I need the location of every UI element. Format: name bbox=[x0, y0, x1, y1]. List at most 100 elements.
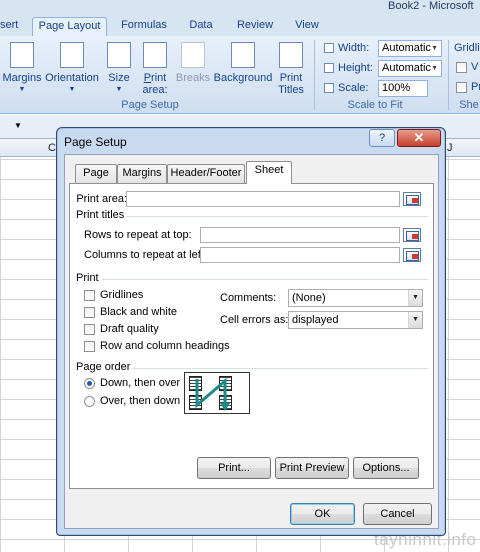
draft-quality-checkbox[interactable] bbox=[84, 324, 95, 335]
row-column-headings-label: Row and column headings bbox=[100, 340, 230, 352]
tab-sheet[interactable]: Sheet bbox=[246, 161, 292, 184]
width-icon bbox=[324, 43, 334, 54]
draft-quality-label: Draft quality bbox=[100, 323, 159, 335]
over-then-down-radio[interactable] bbox=[84, 396, 95, 407]
background-label: Background bbox=[213, 72, 273, 84]
down-then-over-label: Down, then over bbox=[100, 377, 181, 389]
scale-spinner[interactable]: 100% bbox=[378, 80, 428, 97]
group-separator bbox=[448, 40, 449, 110]
cols-repeat-input[interactable] bbox=[200, 247, 400, 263]
dialog-body: Page Margins Header/Footer Sheet APrint … bbox=[64, 154, 439, 529]
margins-button[interactable]: Margins ▼ bbox=[2, 42, 42, 96]
page-setup-group-label: Page Setup bbox=[121, 99, 179, 111]
cell-errors-label: Cell errors as: bbox=[220, 314, 289, 326]
background-button[interactable]: Background bbox=[212, 42, 274, 84]
page-order-preview-icon bbox=[184, 372, 250, 414]
print-button[interactable]: Print... bbox=[197, 457, 271, 479]
tab-insert[interactable]: sert bbox=[0, 17, 18, 36]
print-area-button[interactable]: Print area: bbox=[138, 42, 172, 96]
print-area-label: Print area: bbox=[142, 72, 168, 96]
cell-errors-dropdown[interactable]: displayed ▼ bbox=[288, 311, 423, 329]
chevron-down-icon: ▼ bbox=[431, 65, 438, 72]
section-divider bbox=[126, 216, 428, 217]
print-titles-label: Print Titles bbox=[278, 72, 304, 96]
background-icon bbox=[231, 42, 255, 68]
width-dropdown[interactable]: Automatic ▼ bbox=[378, 40, 442, 57]
tab-header-footer[interactable]: Header/Footer bbox=[167, 164, 245, 183]
collapse-dialog-icon[interactable] bbox=[403, 192, 421, 206]
margins-label: Margins bbox=[2, 72, 42, 84]
collapse-dialog-icon[interactable] bbox=[403, 228, 421, 242]
comments-label: Comments: bbox=[220, 292, 277, 304]
orientation-button[interactable]: Orientation ▼ bbox=[42, 42, 102, 96]
rows-repeat-input[interactable] bbox=[200, 227, 400, 243]
dialog-title: Page Setup bbox=[64, 135, 127, 149]
print-preview-button[interactable]: Print Preview bbox=[275, 457, 349, 479]
height-dropdown[interactable]: Automatic ▼ bbox=[378, 60, 442, 77]
ok-button[interactable]: OK bbox=[290, 503, 355, 525]
window-title: Book2 - Microsoft bbox=[388, 0, 474, 12]
row-column-headings-checkbox[interactable] bbox=[84, 341, 95, 352]
gridlines-checkbox[interactable] bbox=[84, 290, 95, 301]
page-order-arrow-icon bbox=[195, 377, 230, 411]
view-label: V bbox=[471, 61, 479, 73]
tab-data[interactable]: Data bbox=[184, 17, 218, 36]
ribbon-tab-row: sert Page Layout Formulas Data Review Vi… bbox=[0, 14, 480, 36]
section-divider bbox=[132, 368, 428, 369]
tab-margins[interactable]: Margins bbox=[117, 164, 167, 183]
rows-repeat-label: Rows to repeat at top: bbox=[84, 229, 192, 241]
down-then-over-radio[interactable] bbox=[84, 378, 95, 389]
tab-review[interactable]: Review bbox=[232, 17, 278, 36]
chevron-down-icon: ▼ bbox=[68, 86, 76, 93]
tab-page[interactable]: Page bbox=[75, 164, 117, 183]
page-order-label: Page order bbox=[76, 361, 131, 373]
print-area-input[interactable] bbox=[126, 191, 400, 207]
print-titles-label: Print titles bbox=[76, 209, 125, 221]
print-titles-button[interactable]: Print Titles bbox=[276, 42, 306, 96]
help-button[interactable]: ? bbox=[369, 129, 395, 147]
scale-to-fit-group-label: Scale to Fit bbox=[347, 99, 403, 111]
chevron-down-icon: ▼ bbox=[408, 290, 422, 306]
window-title-bar: Book2 - Microsoft bbox=[0, 0, 480, 14]
chevron-down-icon: ▼ bbox=[18, 86, 26, 93]
section-divider bbox=[102, 279, 428, 280]
cell-errors-value: displayed bbox=[292, 314, 339, 326]
sheet-tab-panel: APrint area: Print titles Rows to repeat… bbox=[69, 183, 434, 489]
print-area-label: APrint area: bbox=[76, 193, 128, 205]
height-icon bbox=[324, 63, 334, 74]
ribbon: Margins ▼ Orientation ▼ Size ▼ Print are… bbox=[0, 36, 480, 114]
breaks-button[interactable]: Breaks bbox=[174, 42, 212, 84]
print-label: Pr bbox=[471, 81, 480, 93]
orientation-icon bbox=[60, 42, 84, 68]
sheet-options-group-label: She bbox=[459, 99, 479, 111]
tab-formulas[interactable]: Formulas bbox=[116, 17, 172, 36]
group-separator bbox=[314, 40, 315, 110]
gridlines-print-checkbox[interactable] bbox=[456, 82, 467, 93]
column-header-j[interactable]: J bbox=[447, 142, 453, 154]
height-label: Height: bbox=[324, 62, 373, 74]
name-box-dropdown-icon[interactable]: ▼ bbox=[14, 121, 22, 130]
tab-page-layout[interactable]: Page Layout bbox=[32, 17, 107, 36]
options-button[interactable]: Options... bbox=[353, 457, 419, 479]
print-section-label: Print bbox=[76, 272, 99, 284]
collapse-dialog-icon[interactable] bbox=[403, 248, 421, 262]
tab-view[interactable]: View bbox=[290, 17, 324, 36]
size-icon bbox=[107, 42, 131, 68]
chevron-down-icon: ▼ bbox=[115, 86, 123, 93]
over-then-down-label: Over, then down bbox=[100, 395, 181, 407]
gridlines-view-checkbox[interactable] bbox=[456, 62, 467, 73]
comments-dropdown[interactable]: (None) ▼ bbox=[288, 289, 423, 307]
black-and-white-checkbox[interactable] bbox=[84, 307, 95, 318]
chevron-down-icon: ▼ bbox=[431, 45, 438, 52]
print-titles-icon bbox=[279, 42, 303, 68]
cols-repeat-label: Columns to repeat at left: bbox=[84, 249, 207, 261]
gridlines-group-header: Gridli bbox=[454, 42, 480, 54]
chevron-down-icon: ▼ bbox=[408, 312, 422, 328]
orientation-label: Orientation bbox=[45, 72, 99, 84]
breaks-label: Breaks bbox=[175, 72, 211, 84]
margins-icon bbox=[10, 42, 34, 68]
cancel-button[interactable]: Cancel bbox=[363, 503, 432, 525]
size-button[interactable]: Size ▼ bbox=[104, 42, 134, 96]
column-header-c[interactable]: C bbox=[48, 142, 56, 154]
close-button[interactable]: ✕ bbox=[397, 129, 441, 147]
